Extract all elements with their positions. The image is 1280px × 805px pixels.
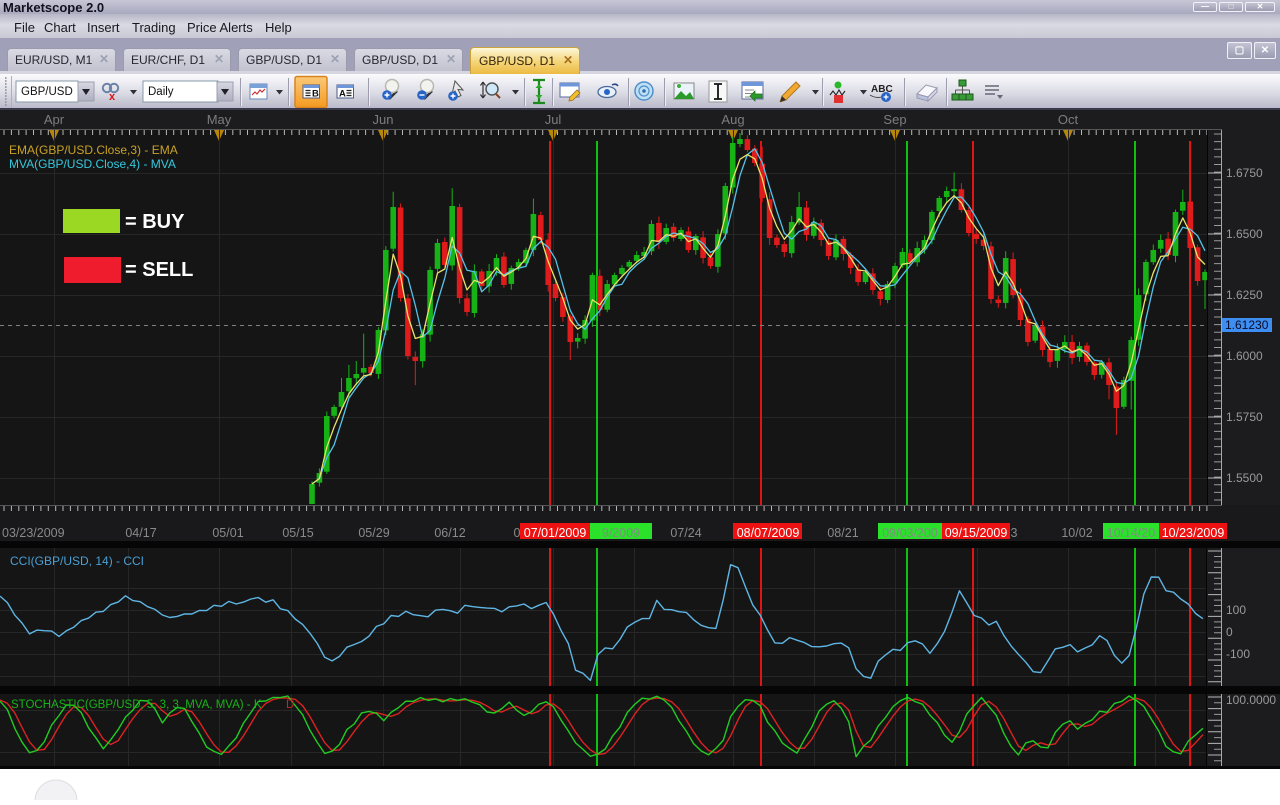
svg-text:D: D: [286, 699, 294, 711]
svg-text:9/2009: 9/2009: [602, 526, 640, 540]
svg-text:10/23/2009: 10/23/2009: [1162, 526, 1225, 540]
svg-text:STOCHASTIC(GBP/USD, 5, 3, 3, M: STOCHASTIC(GBP/USD, 5, 3, 3, MVA, MVA) -…: [11, 699, 262, 711]
svg-text:100.0000: 100.0000: [1226, 693, 1276, 707]
svg-text:04/17: 04/17: [125, 526, 156, 540]
svg-text:1.6500: 1.6500: [1226, 227, 1263, 241]
svg-text:Jun: Jun: [373, 112, 394, 127]
svg-text:Apr: Apr: [44, 112, 65, 127]
svg-text:10/02: 10/02: [1061, 526, 1092, 540]
svg-text:= BUY: = BUY: [125, 211, 185, 233]
svg-text:0: 0: [1226, 625, 1233, 639]
svg-text:Daily: Daily: [148, 86, 174, 98]
svg-text:0: 0: [514, 526, 521, 540]
svg-text:EMA(GBP/USD.Close,3) - EMA: EMA(GBP/USD.Close,3) - EMA: [9, 143, 178, 157]
svg-text:07/24: 07/24: [670, 526, 701, 540]
svg-text:10/14/20: 10/14/20: [1107, 526, 1156, 540]
svg-text:1.5500: 1.5500: [1226, 471, 1263, 485]
svg-text:05/29: 05/29: [358, 526, 389, 540]
svg-text:05/15: 05/15: [282, 526, 313, 540]
svg-text:08/07/2009: 08/07/2009: [737, 526, 800, 540]
svg-text:1.6750: 1.6750: [1226, 166, 1263, 180]
svg-text:CCI(GBP/USD, 14) - CCI: CCI(GBP/USD, 14) - CCI: [10, 554, 144, 568]
svg-text:May: May: [207, 112, 232, 127]
svg-text:1.6000: 1.6000: [1226, 349, 1263, 363]
svg-text:B: B: [312, 89, 319, 100]
svg-text:1.61230: 1.61230: [1225, 318, 1269, 332]
svg-text:06/12: 06/12: [434, 526, 465, 540]
svg-text:100: 100: [1226, 603, 1246, 617]
svg-text:Aug: Aug: [721, 112, 744, 127]
svg-text:1.6250: 1.6250: [1226, 288, 1263, 302]
svg-text:07/01/2009: 07/01/2009: [524, 526, 587, 540]
svg-text:= SELL: = SELL: [125, 259, 193, 281]
svg-text:08/21: 08/21: [827, 526, 858, 540]
svg-text:A: A: [339, 89, 346, 100]
svg-text:03/23/2009: 03/23/2009: [2, 526, 65, 540]
svg-text:GBP/USD: GBP/USD: [21, 86, 73, 98]
svg-text:05/01: 05/01: [212, 526, 243, 540]
svg-text:09/03/200: 09/03/200: [882, 526, 938, 540]
svg-text:ABC: ABC: [871, 84, 893, 95]
svg-text:1.5750: 1.5750: [1226, 410, 1263, 424]
svg-text:3: 3: [1011, 526, 1018, 540]
svg-text:Sep: Sep: [883, 112, 906, 127]
svg-text:x: x: [109, 91, 116, 103]
svg-text:MVA(GBP/USD.Close,4) - MVA: MVA(GBP/USD.Close,4) - MVA: [9, 157, 176, 171]
svg-text:Oct: Oct: [1058, 112, 1079, 127]
svg-text:-100: -100: [1226, 647, 1250, 661]
svg-text:09/15/2009: 09/15/2009: [945, 526, 1008, 540]
svg-text:Jul: Jul: [545, 112, 562, 127]
